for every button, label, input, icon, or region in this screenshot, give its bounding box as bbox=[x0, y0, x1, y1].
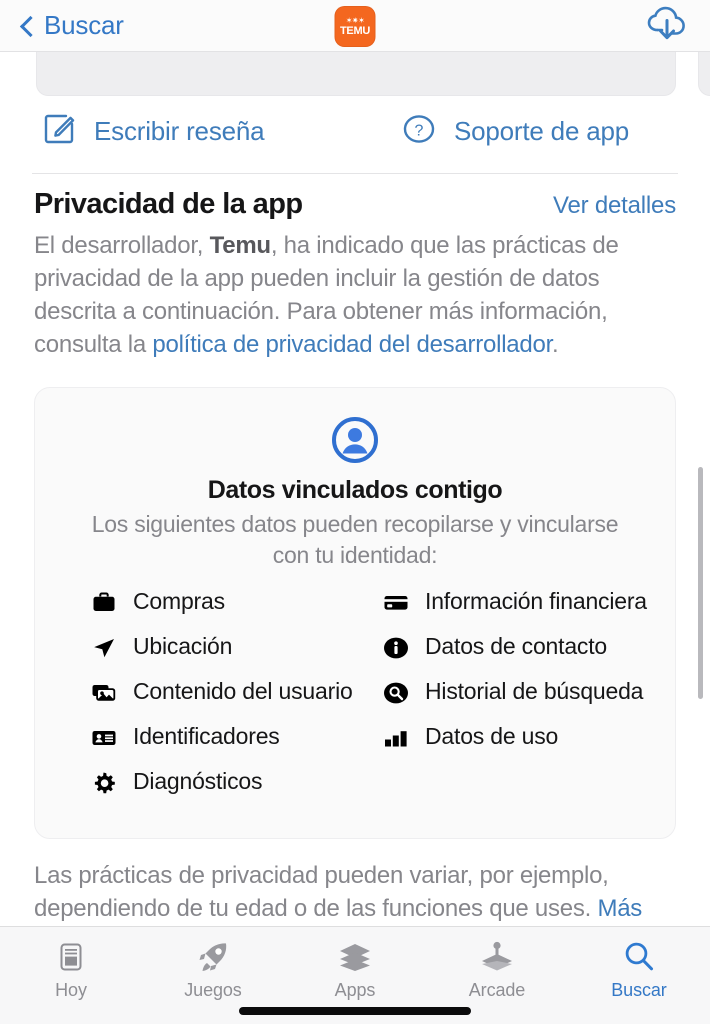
data-category-label: Datos de contacto bbox=[425, 632, 607, 661]
developer-name: Temu bbox=[210, 232, 271, 259]
data-linked-to-you-card: Datos vinculados contigo Los siguientes … bbox=[34, 387, 676, 839]
location-arrow-icon bbox=[89, 633, 119, 663]
tab-arcade[interactable]: Arcade bbox=[426, 939, 568, 1001]
data-category-item: Información financiera bbox=[381, 587, 653, 618]
gear-icon bbox=[89, 768, 119, 798]
bar-chart-icon bbox=[381, 723, 411, 753]
data-categories-columns: Compras Ubicación bbox=[57, 587, 653, 812]
screenshot-thumbnail[interactable] bbox=[36, 52, 676, 96]
temu-app-icon[interactable]: ✶✷✶ TEMU bbox=[335, 6, 376, 47]
privacy-footnote-text: Las prácticas de privacidad pueden varia… bbox=[34, 862, 609, 922]
privacy-description-part3: . bbox=[552, 331, 558, 358]
data-category-label: Identificadores bbox=[133, 722, 280, 751]
write-review-label: Escribir reseña bbox=[94, 116, 264, 147]
app-icon-wordmark: TEMU bbox=[340, 25, 370, 37]
privacy-description-part1: El desarrollador, bbox=[34, 232, 210, 259]
data-category-item: Diagnósticos bbox=[89, 767, 371, 798]
tab-label: Buscar bbox=[611, 980, 666, 1001]
data-category-item: Historial de búsqueda bbox=[381, 677, 653, 708]
card-title: Datos vinculados contigo bbox=[57, 476, 653, 505]
write-review-button[interactable]: Escribir reseña bbox=[40, 110, 400, 153]
photo-stack-icon bbox=[89, 678, 119, 708]
person-circle-icon bbox=[57, 412, 653, 468]
id-card-icon bbox=[89, 723, 119, 753]
data-category-item: Contenido del usuario bbox=[89, 677, 371, 708]
tab-apps[interactable]: Apps bbox=[284, 939, 426, 1001]
screenshot-thumbnail[interactable] bbox=[698, 52, 710, 96]
vertical-scrollbar[interactable] bbox=[698, 467, 703, 699]
data-category-label: Compras bbox=[133, 587, 225, 616]
tab-juegos[interactable]: Juegos bbox=[142, 939, 284, 1001]
compose-square-pencil-icon bbox=[40, 110, 78, 153]
data-category-label: Contenido del usuario bbox=[133, 677, 353, 706]
data-category-item: Datos de uso bbox=[381, 722, 653, 753]
tab-label: Hoy bbox=[55, 980, 87, 1001]
search-magnifier-icon bbox=[622, 939, 656, 975]
navigation-bar: Buscar ✶✷✶ TEMU bbox=[0, 0, 710, 52]
rocket-icon bbox=[196, 939, 230, 975]
question-mark-circle-icon: ? bbox=[400, 110, 438, 153]
app-support-button[interactable]: ? Soporte de app bbox=[400, 110, 629, 153]
card-subtitle: Los siguientes datos pueden recopilarse … bbox=[73, 509, 637, 571]
data-category-item: Compras bbox=[89, 587, 371, 618]
action-links-row: Escribir reseña ? Soporte de app bbox=[0, 96, 710, 173]
svg-text:?: ? bbox=[415, 123, 424, 140]
credit-card-icon bbox=[381, 588, 411, 618]
data-category-item: Datos de contacto bbox=[381, 632, 653, 663]
data-category-label: Historial de búsqueda bbox=[425, 677, 643, 706]
data-categories-left-column: Compras Ubicación bbox=[89, 587, 371, 812]
tab-hoy[interactable]: Hoy bbox=[0, 939, 142, 1001]
info-circle-icon bbox=[381, 633, 411, 663]
privacy-description: El desarrollador, Temu, ha indicado que … bbox=[0, 221, 710, 361]
tab-label: Apps bbox=[335, 980, 376, 1001]
today-document-icon bbox=[55, 939, 87, 975]
data-categories-right-column: Información financiera Datos de contacto bbox=[371, 587, 653, 812]
chevron-left-icon bbox=[18, 17, 35, 34]
privacy-footnote: Las prácticas de privacidad pueden varia… bbox=[0, 839, 710, 926]
magnifier-circle-icon bbox=[381, 678, 411, 708]
data-category-label: Datos de uso bbox=[425, 722, 558, 751]
tab-buscar[interactable]: Buscar bbox=[568, 939, 710, 1001]
app-icon-glyph-line: ✶✷✶ bbox=[346, 16, 365, 25]
cloud-download-icon[interactable] bbox=[646, 5, 688, 46]
data-category-item: Identificadores bbox=[89, 722, 371, 753]
data-category-label: Información financiera bbox=[425, 587, 647, 616]
view-details-link[interactable]: Ver detalles bbox=[553, 192, 676, 220]
app-store-app-detail-page: Buscar ✶✷✶ TEMU bbox=[0, 0, 710, 1024]
tab-label: Arcade bbox=[469, 980, 525, 1001]
privacy-policy-link[interactable]: política de privacidad del desarrollador bbox=[152, 331, 552, 358]
data-category-label: Diagnósticos bbox=[133, 767, 262, 796]
app-support-label: Soporte de app bbox=[454, 116, 629, 147]
joystick-icon bbox=[480, 939, 514, 975]
home-indicator bbox=[239, 1007, 471, 1015]
screenshot-strip[interactable] bbox=[0, 52, 710, 96]
data-category-label: Ubicación bbox=[133, 632, 232, 661]
page-title: Privacidad de la app bbox=[34, 188, 302, 221]
data-category-item: Ubicación bbox=[89, 632, 371, 663]
privacy-section-header: Privacidad de la app Ver detalles bbox=[0, 174, 710, 221]
back-button-label: Buscar bbox=[44, 10, 124, 41]
layers-stack-icon bbox=[338, 939, 372, 975]
briefcase-icon bbox=[89, 588, 119, 618]
page-scroll-area[interactable]: Escribir reseña ? Soporte de app Privaci… bbox=[0, 52, 710, 926]
back-button[interactable]: Buscar bbox=[18, 10, 124, 41]
tab-label: Juegos bbox=[184, 980, 241, 1001]
